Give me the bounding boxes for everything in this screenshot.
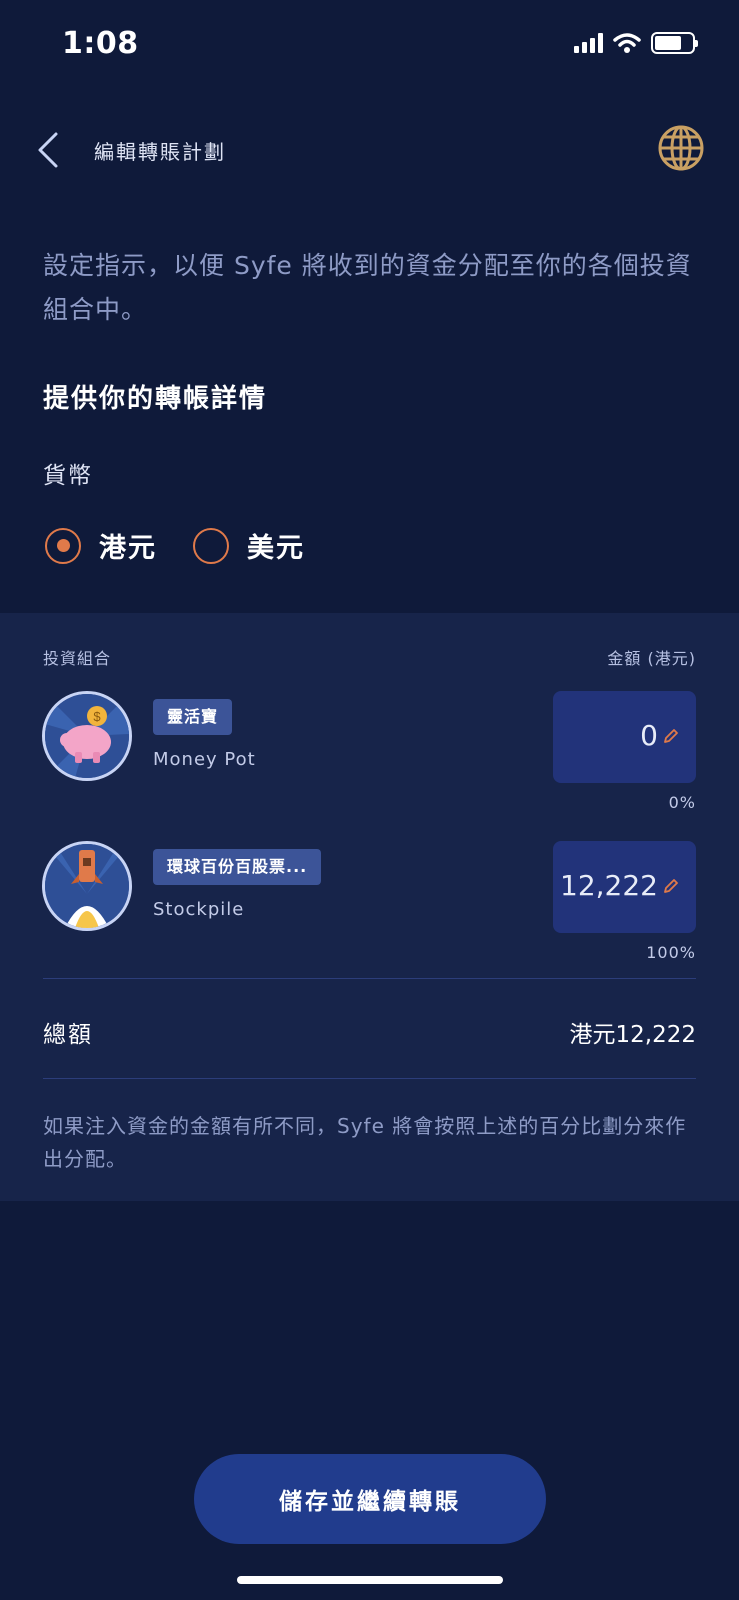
portfolio-name: Money Pot (153, 749, 256, 770)
pencil-icon (664, 729, 678, 743)
amount-input[interactable]: 12,222 (553, 841, 696, 933)
currency-option-usd[interactable]: 美元 (193, 526, 305, 565)
chevron-left-icon (38, 132, 58, 168)
portfolio-name: Stockpile (153, 899, 245, 920)
currency-option-label: 港元 (99, 533, 157, 564)
home-indicator (237, 1576, 503, 1584)
rocket-icon (42, 841, 132, 931)
portfolio-panel: 投資組合 金額 (港元) $ 靈活寶 Money Pot 0 0% 環球百份百股… (0, 613, 739, 1201)
amount-input[interactable]: 0 (553, 691, 696, 783)
column-header-portfolio: 投資組合 (43, 649, 112, 668)
portfolio-tag: 靈活寶 (153, 699, 233, 735)
language-button[interactable] (657, 124, 705, 172)
svg-text:$: $ (93, 709, 101, 724)
currency-option-label: 美元 (247, 533, 305, 564)
portfolio-tag: 環球百份百股票... (153, 849, 322, 885)
radio-selected[interactable] (45, 527, 81, 564)
save-and-continue-button[interactable]: 儲存並繼續轉賬 (194, 1454, 546, 1544)
cellular-signal-icon (574, 33, 603, 53)
wifi-icon (613, 33, 641, 53)
status-bar: 1:08 (0, 0, 739, 90)
portfolio-row-money-pot: $ 靈活寶 Money Pot 0 0% (0, 691, 739, 812)
piggy-bank-icon: $ (42, 691, 132, 781)
currency-label: 貨幣 (43, 463, 93, 489)
allocation-percent: 100% (646, 943, 696, 962)
section-title: 提供你的轉帳詳情 (43, 384, 268, 414)
amount-value: 12,222 (560, 869, 658, 902)
pencil-icon (664, 879, 678, 893)
total-value: 港元12,222 (569, 1022, 696, 1048)
globe-icon (658, 125, 704, 171)
battery-icon (651, 32, 698, 54)
currency-option-hkd[interactable]: 港元 (45, 526, 157, 565)
page-title: 編輯轉賬計劃 (94, 140, 226, 164)
divider (43, 1078, 696, 1079)
divider (43, 978, 696, 979)
total-label: 總額 (43, 1022, 93, 1048)
status-time: 1:08 (62, 26, 139, 61)
nav-bar: 編輯轉賬計劃 (0, 120, 739, 180)
back-button[interactable] (30, 128, 70, 172)
allocation-percent: 0% (668, 793, 696, 812)
allocation-note: 如果注入資金的金額有所不同，Syfe 將會按照上述的百分比劃分來作出分配。 (43, 1114, 687, 1171)
portfolio-row-stockpile: 環球百份百股票... Stockpile 12,222 100% (0, 841, 739, 962)
status-icons (574, 32, 698, 54)
currency-options: 港元 美元 (45, 526, 305, 565)
amount-value: 0 (640, 719, 658, 752)
column-header-amount: 金額 (港元) (607, 649, 696, 668)
radio-unselected[interactable] (193, 527, 229, 564)
intro-text: 設定指示，以便 Syfe 將收到的資金分配至你的各個投資組合中。 (43, 251, 692, 324)
